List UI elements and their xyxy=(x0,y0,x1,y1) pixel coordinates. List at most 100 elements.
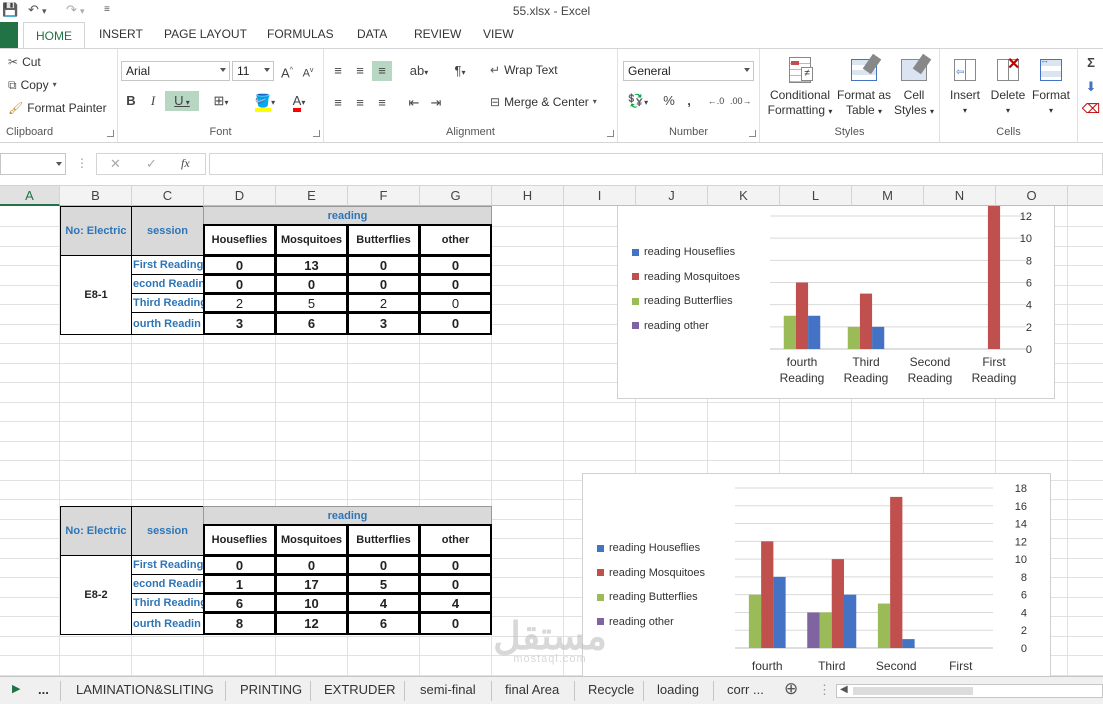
table-value-cell[interactable]: 0 xyxy=(203,255,276,275)
fill-icon[interactable]: ⬇ xyxy=(1081,77,1101,97)
shrink-font-icon[interactable]: Av xyxy=(298,61,318,81)
table-session-label[interactable]: Third Reading xyxy=(131,593,204,613)
table-value-cell[interactable]: 0 xyxy=(347,274,420,294)
column-header-i[interactable]: I xyxy=(564,186,636,206)
table-column-header[interactable]: Butterflies xyxy=(347,224,420,256)
font-color-icon[interactable]: A▾ xyxy=(284,91,314,112)
table-value-cell[interactable]: 5 xyxy=(275,293,348,313)
cut-button[interactable]: ✂ Cut xyxy=(8,55,41,69)
align-right-icon[interactable]: ≡ xyxy=(372,93,392,113)
insert-cells-button[interactable]: ⇦ Insert ▾ xyxy=(944,55,986,118)
horizontal-scrollbar[interactable]: ◀ xyxy=(836,684,1103,698)
sheet-tab-semi-final[interactable]: semi-final xyxy=(420,682,476,697)
table-header-no-electric[interactable]: No: Electric xyxy=(60,206,132,256)
delete-cells-button[interactable]: ✕ Delete ▾ xyxy=(988,55,1028,118)
cell-styles-button[interactable]: Cell Styles ▾ xyxy=(892,53,936,119)
table-value-cell[interactable]: 13 xyxy=(275,255,348,275)
table-value-cell[interactable]: 17 xyxy=(275,574,348,594)
table-session-label[interactable]: First Reading xyxy=(131,555,204,575)
tab-file[interactable] xyxy=(0,22,18,48)
tab-data[interactable]: DATA xyxy=(357,27,387,41)
table-value-cell[interactable]: 0 xyxy=(203,274,276,294)
italic-button[interactable]: I xyxy=(143,91,163,111)
formula-input[interactable] xyxy=(209,153,1103,175)
table-header-reading[interactable]: reading xyxy=(203,506,492,525)
table-column-header[interactable]: Mosquitoes xyxy=(275,524,348,556)
table-value-cell[interactable]: 0 xyxy=(419,555,492,575)
table-value-cell[interactable]: 0 xyxy=(203,555,276,575)
scrollbar-thumb[interactable] xyxy=(853,687,973,695)
table-value-cell[interactable]: 0 xyxy=(275,555,348,575)
comma-style-button[interactable]: , xyxy=(679,91,699,111)
table-session-label[interactable]: ourth Readin xyxy=(131,612,204,635)
copy-button[interactable]: ⧉ Copy ▾ xyxy=(8,78,57,92)
table-value-cell[interactable]: 12 xyxy=(275,612,348,635)
table-value-cell[interactable]: 0 xyxy=(347,555,420,575)
table-header-no-electric[interactable]: No: Electric xyxy=(60,506,132,556)
underline-button[interactable]: U ▾ xyxy=(165,91,199,111)
tab-view[interactable]: VIEW xyxy=(483,27,514,41)
align-bottom-icon[interactable]: ≡ xyxy=(372,61,392,81)
table-column-header[interactable]: Butterflies xyxy=(347,524,420,556)
clipboard-launcher-icon[interactable] xyxy=(107,130,114,137)
accounting-format-icon[interactable]: 💱▾ xyxy=(623,91,653,111)
table-column-header[interactable]: Houseflies xyxy=(203,224,276,256)
table-header-session[interactable]: session xyxy=(131,506,204,556)
confirm-icon[interactable]: ✓ xyxy=(146,156,157,172)
table-value-cell[interactable]: 3 xyxy=(347,312,420,335)
scroll-left-icon[interactable]: ◀ xyxy=(840,684,848,695)
name-box[interactable] xyxy=(0,153,66,175)
tab-home[interactable]: HOME xyxy=(23,22,85,49)
align-middle-icon[interactable]: ≡ xyxy=(350,61,370,81)
scroll-sheets-right-icon[interactable]: ▶ xyxy=(12,682,20,695)
table-column-header[interactable]: Houseflies xyxy=(203,524,276,556)
table-column-header[interactable]: other xyxy=(419,524,492,556)
merge-center-button[interactable]: ⊟ Merge & Center ▾ xyxy=(490,95,597,109)
fill-color-icon[interactable]: 🪣▾ xyxy=(250,91,280,112)
align-top-icon[interactable]: ≡ xyxy=(328,61,348,81)
column-header-h[interactable]: H xyxy=(492,186,564,206)
table-value-cell[interactable]: 4 xyxy=(419,593,492,613)
decrease-indent-icon[interactable]: ⇤ xyxy=(404,93,424,113)
table-value-cell[interactable]: 5 xyxy=(347,574,420,594)
table-group-label[interactable]: E8-1 xyxy=(60,255,132,335)
bold-button[interactable]: B xyxy=(121,91,141,111)
table-session-label[interactable]: econd Readin xyxy=(131,574,204,594)
cancel-icon[interactable]: ✕ xyxy=(110,156,121,172)
conditional-formatting-button[interactable]: ≠ Conditional Formatting ▾ xyxy=(766,55,834,119)
table-value-cell[interactable]: 0 xyxy=(419,574,492,594)
tab-page-layout[interactable]: PAGE LAYOUT xyxy=(164,27,247,41)
table-session-label[interactable]: Third Reading xyxy=(131,293,204,313)
autosum-icon[interactable]: Σ xyxy=(1081,53,1101,73)
sheet-tab-loading[interactable]: loading xyxy=(657,682,699,697)
table-value-cell[interactable]: 10 xyxy=(275,593,348,613)
format-cells-button[interactable]: ↔ Format ▾ xyxy=(1028,55,1074,118)
table-session-label[interactable]: econd Readin xyxy=(131,274,204,294)
alignment-launcher-icon[interactable] xyxy=(607,130,614,137)
align-center-icon[interactable]: ≡ xyxy=(350,93,370,113)
tab-insert[interactable]: INSERT xyxy=(99,27,143,41)
decrease-decimal-icon[interactable]: .00→ xyxy=(730,91,752,111)
table-session-label[interactable]: ourth Readin xyxy=(131,312,204,335)
worksheet-grid[interactable]: ABCDEFGHIJKLMNO No: Electric session readi… xyxy=(0,186,1103,676)
sheet-tab-printing[interactable]: PRINTING xyxy=(240,682,302,697)
font-family-select[interactable]: Arial xyxy=(121,61,230,81)
column-header-o[interactable]: O xyxy=(996,186,1068,206)
table-group-label[interactable]: E8-2 xyxy=(60,555,132,635)
tab-formulas[interactable]: FORMULAS xyxy=(267,27,334,41)
increase-indent-icon[interactable]: ⇥ xyxy=(426,93,446,113)
table-value-cell[interactable]: 8 xyxy=(203,612,276,635)
chart-e8-2[interactable]: 0 2 4 6 8 10 12 14 16 18 fourth Third Second First re… xyxy=(582,473,1051,676)
percent-style-button[interactable]: % xyxy=(659,91,679,111)
table-value-cell[interactable]: 6 xyxy=(203,593,276,613)
insert-function-icon[interactable]: fx xyxy=(181,156,190,171)
tab-review[interactable]: REVIEW xyxy=(414,27,461,41)
text-direction-icon[interactable]: ¶▾ xyxy=(446,61,474,81)
table-value-cell[interactable]: 3 xyxy=(203,312,276,335)
number-format-select[interactable]: General xyxy=(623,61,754,81)
table-session-label[interactable]: First Reading xyxy=(131,255,204,275)
column-header-a[interactable]: A xyxy=(0,186,60,206)
column-header-k[interactable]: K xyxy=(708,186,780,206)
table-value-cell[interactable]: 1 xyxy=(203,574,276,594)
format-as-table-button[interactable]: Format as Table ▾ xyxy=(836,53,892,119)
